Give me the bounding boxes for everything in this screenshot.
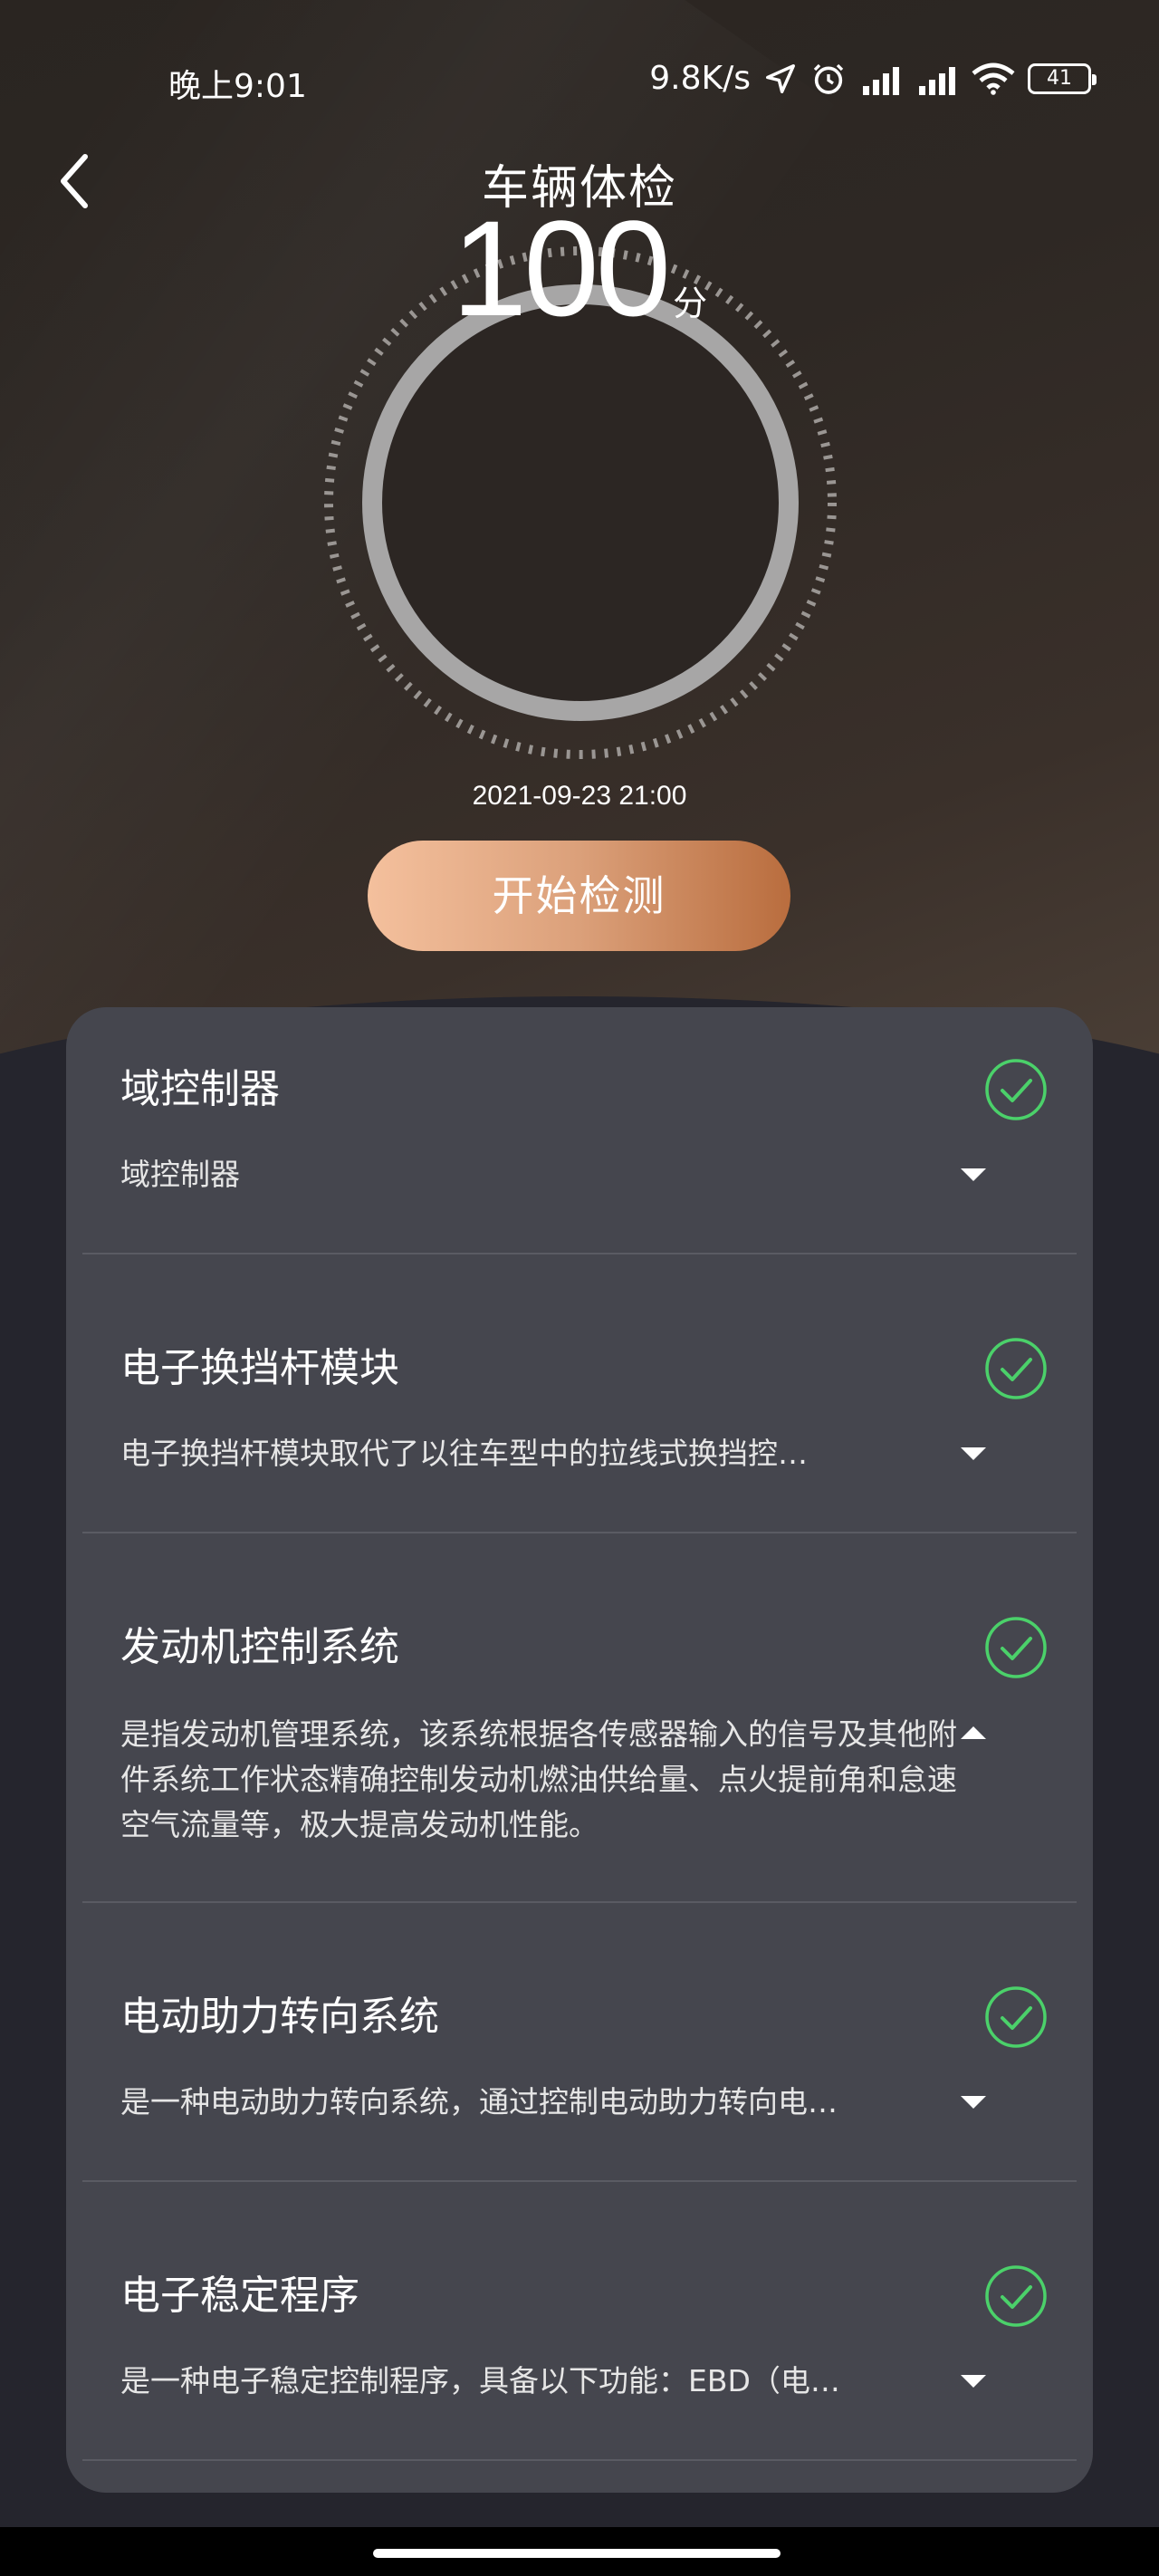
item-desc: 是指发动机管理系统，该系统根据各传感器输入的信号及其他附件系统工作状态精确控制发… [120,1716,957,1842]
wifi-icon [972,62,1015,95]
score-unit: 分 [673,284,708,323]
check-circle-icon [985,1338,1047,1399]
home-indicator[interactable] [373,2549,781,2558]
item-desc: 是一种电动助力转向系统，通过控制电动助力转向电… [120,2084,838,2119]
item-desc: 电子换挡杆模块取代了以往车型中的拉线式换挡控… [120,1436,808,1471]
gesture-bar [0,2527,1159,2576]
list-item[interactable]: 电子稳定程序 是一种电子稳定控制程序，具备以下功能：EBD（电… [66,2181,1093,2460]
item-desc: 是一种电子稳定控制程序，具备以下功能：EBD（电… [120,2363,840,2398]
status-time: 晚上9:01 [168,68,307,105]
check-circle-icon [985,2265,1047,2327]
item-name: 域控制器 [120,1066,280,1112]
item-name: 电子换挡杆模块 [120,1345,399,1391]
signal-hd-icon [915,62,959,95]
score-display: 100 分 [0,190,1159,347]
list-item[interactable]: 电动助力转向系统 是一种电动助力转向系统，通过控制电动助力转向电… [66,1902,1093,2181]
list-item[interactable]: 电子换挡杆模块 电子换挡杆模块取代了以往车型中的拉线式换挡控… [66,1254,1093,1533]
item-name: 电子稳定程序 [120,2273,359,2319]
battery-icon: 41 [1028,62,1097,94]
location-icon [766,63,795,93]
caret-up-icon[interactable] [961,1726,986,1739]
item-name: 发动机控制系统 [120,1624,399,1670]
item-desc: 域控制器 [120,1157,240,1192]
score-value: 100 [451,192,671,344]
list-item[interactable]: 发动机控制系统 是指发动机管理系统，该系统根据各传感器输入的信号及其他附件系统工… [66,1533,1093,1902]
net-speed: 9.8K/s [649,60,751,97]
signal-hd-icon [859,62,903,95]
last-check-time: 2021-09-23 21:00 [472,781,687,811]
check-circle-icon [985,1059,1047,1120]
caret-down-icon[interactable] [961,2096,986,2109]
check-items-card: 域控制器 域控制器 电子换挡杆模块 电子换挡杆模块取代了以往车型中的拉线式换挡控… [66,1007,1093,2493]
caret-down-icon[interactable] [961,2375,986,2388]
caret-down-icon[interactable] [961,1447,986,1460]
alarm-icon [813,63,844,94]
list-item[interactable]: 域控制器 域控制器 [66,1007,1093,1254]
check-circle-icon [985,1617,1047,1678]
status-icons: 9.8K/s 41 [649,60,1097,97]
start-check-button[interactable]: 开始检测 [368,841,790,951]
status-bar: 晚上9:01 9.8K/s 41 [0,45,1159,118]
caret-down-icon[interactable] [961,1168,986,1181]
item-name: 电动助力转向系统 [120,1994,439,2040]
check-circle-icon [985,1986,1047,2048]
divider [82,2459,1077,2461]
